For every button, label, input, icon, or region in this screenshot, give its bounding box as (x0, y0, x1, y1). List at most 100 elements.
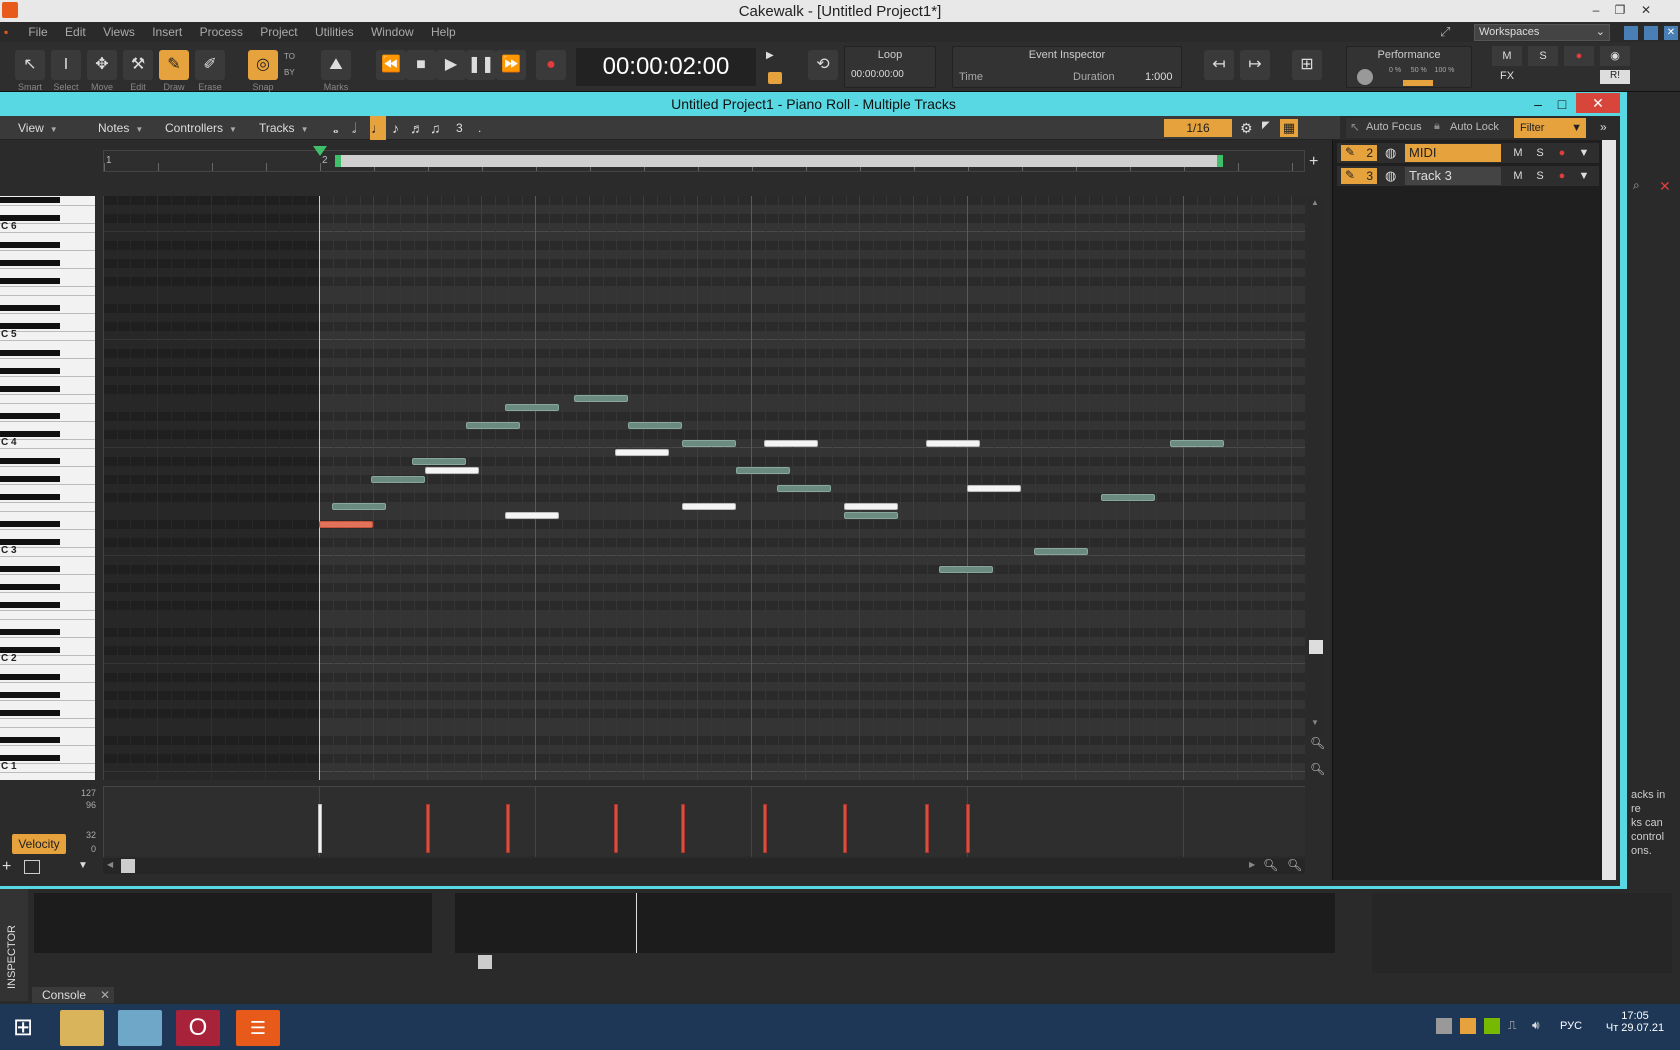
velocity-bar[interactable] (762, 804, 767, 853)
menu-process[interactable]: Process (193, 22, 250, 42)
snap-settings-icon[interactable]: ⚙ (1240, 120, 1256, 136)
pr-menu-tracks[interactable]: Tracks ▼ (259, 116, 308, 142)
velocity-bar[interactable] (505, 804, 510, 853)
half-note-icon[interactable]: 𝅗𝅥 (352, 116, 356, 140)
midi-note[interactable] (331, 503, 386, 510)
hscroll-thumb[interactable] (478, 955, 492, 969)
metronome-icon[interactable] (768, 72, 782, 84)
add-marker-button[interactable]: ⊞ (1292, 50, 1322, 80)
track-pane-scrollbar[interactable] (1602, 140, 1616, 880)
midi-note[interactable] (627, 422, 682, 429)
midi-note[interactable] (424, 467, 479, 474)
pr-menu-controllers[interactable]: Controllers ▼ (165, 116, 237, 142)
thirtysecond-note-icon[interactable]: ♫ (430, 116, 441, 140)
black-key[interactable] (0, 386, 60, 392)
solo-all-button[interactable]: S (1528, 46, 1558, 66)
velocity-bar[interactable] (924, 804, 929, 853)
mute-all-button[interactable]: M (1492, 46, 1522, 66)
record-button[interactable]: ● (536, 50, 566, 80)
black-key[interactable] (0, 368, 60, 374)
velocity-bar[interactable] (842, 804, 847, 853)
menu-views[interactable]: Views (96, 22, 142, 42)
app-menu-icon[interactable]: ▪ (4, 22, 18, 42)
midi-note[interactable] (843, 512, 898, 519)
black-key[interactable] (0, 242, 60, 248)
move-tool-button[interactable]: ✥ (87, 50, 117, 80)
velocity-bar[interactable] (680, 804, 685, 853)
smart-tool-button[interactable]: ↖ (15, 50, 45, 80)
black-key[interactable] (0, 476, 60, 482)
track-record-icon[interactable]: ● (1553, 168, 1571, 184)
track-row[interactable]: 3 ✎ ◍ Track 3 M S ● ▼ (1337, 166, 1599, 186)
opera-icon[interactable]: O (176, 1010, 220, 1046)
time-display[interactable]: 00:00:02:00 (576, 48, 756, 86)
filter-button[interactable]: Filter ▼ (1514, 118, 1586, 138)
event-duration-value[interactable]: 1:000 (1145, 71, 1173, 83)
close-icon[interactable]: ✕ (1664, 26, 1678, 40)
pencil-icon[interactable]: ✎ (1345, 145, 1355, 159)
volume-icon[interactable]: 🔊︎ (1532, 1018, 1548, 1034)
lane-menu-icon[interactable]: ▼ (78, 860, 88, 871)
explorer-icon[interactable] (60, 1010, 104, 1046)
midi-note[interactable] (925, 440, 980, 447)
zoom-out-vertical-icon[interactable]: 🔍︎ (1310, 736, 1325, 750)
track-filter-icon[interactable]: ▼ (1575, 168, 1593, 184)
note-grid[interactable] (103, 196, 1305, 780)
notepad-icon[interactable] (118, 1010, 162, 1046)
pause-button[interactable]: ❚❚ (466, 50, 496, 80)
snap-resolution[interactable]: 1/16 (1164, 119, 1232, 137)
scroll-thumb[interactable] (1309, 640, 1323, 654)
snap-toggle-button[interactable]: ◎ (248, 50, 278, 80)
nudge-right-button[interactable]: ↦ (1240, 50, 1270, 80)
black-key[interactable] (0, 692, 60, 698)
midi-note[interactable] (967, 485, 1021, 492)
select-tool-button[interactable]: I (51, 50, 81, 80)
black-key[interactable] (0, 629, 60, 635)
add-lane-icon[interactable]: + (1309, 154, 1325, 170)
stop-button[interactable]: ■ (406, 50, 436, 80)
menu-edit[interactable]: Edit (58, 22, 93, 42)
track-filter-icon[interactable]: ▼ (1575, 145, 1593, 161)
menu-project[interactable]: Project (253, 22, 304, 42)
auto-focus-toggle[interactable]: Auto Focus (1366, 121, 1422, 133)
track-mute-button[interactable]: M (1509, 145, 1527, 161)
restore-icon[interactable] (1644, 26, 1658, 40)
piano-keyboard[interactable]: C 6 C 5 C 4 C 3 C 2 C 1 (0, 196, 95, 780)
fx-button[interactable]: FX (1492, 70, 1522, 84)
zoom-in-vertical-icon[interactable]: 🔍︎ (1310, 762, 1325, 776)
midi-note[interactable] (504, 404, 559, 411)
triplet-button[interactable]: 3 (456, 116, 463, 140)
menu-insert[interactable]: Insert (145, 22, 189, 42)
eighth-note-icon[interactable]: ♪ (392, 116, 399, 140)
language-indicator[interactable]: РУС (1560, 1020, 1582, 1032)
tray-icon[interactable] (1460, 1018, 1476, 1034)
black-key[interactable] (0, 197, 60, 203)
rewind-button[interactable]: ⏪ (376, 50, 406, 80)
expand-right-icon[interactable]: » (1600, 120, 1614, 136)
nvidia-icon[interactable] (1484, 1018, 1500, 1034)
black-key[interactable] (0, 350, 60, 356)
whole-note-icon[interactable]: 𝅝 (333, 116, 339, 140)
pr-menu-view[interactable]: View ▼ (18, 116, 58, 142)
close-icon[interactable]: ✕ (1659, 178, 1671, 195)
workspaces-dropdown[interactable]: Workspaces ⌄ (1474, 24, 1610, 41)
velocity-bar[interactable] (613, 804, 618, 853)
grid-icon[interactable]: ▦ (1280, 119, 1298, 137)
midi-note[interactable] (411, 458, 466, 465)
now-marker-icon[interactable] (313, 146, 327, 156)
cakewalk-taskbar-icon[interactable]: ☰ (236, 1010, 280, 1046)
black-key[interactable] (0, 584, 60, 590)
record-arm-icon[interactable]: ● (1564, 46, 1594, 66)
zoom-in-horizontal-icon[interactable]: 🔍︎ (1287, 858, 1302, 872)
track-name[interactable]: Track 3 (1405, 167, 1501, 185)
midi-note[interactable] (776, 485, 831, 492)
minimize-icon[interactable]: – (1584, 0, 1608, 20)
loop-time[interactable]: 00:00:00:00 (845, 69, 935, 80)
menu-help[interactable]: Help (424, 22, 463, 42)
restore-icon[interactable]: ❐ (1608, 0, 1632, 20)
play-button[interactable]: ▶ (436, 50, 466, 80)
scroll-down-icon[interactable]: ▼ (1311, 718, 1319, 727)
play-from-icon[interactable]: ▶ (766, 50, 780, 64)
velocity-bar[interactable] (318, 804, 322, 853)
minimize-icon[interactable] (1624, 26, 1638, 40)
